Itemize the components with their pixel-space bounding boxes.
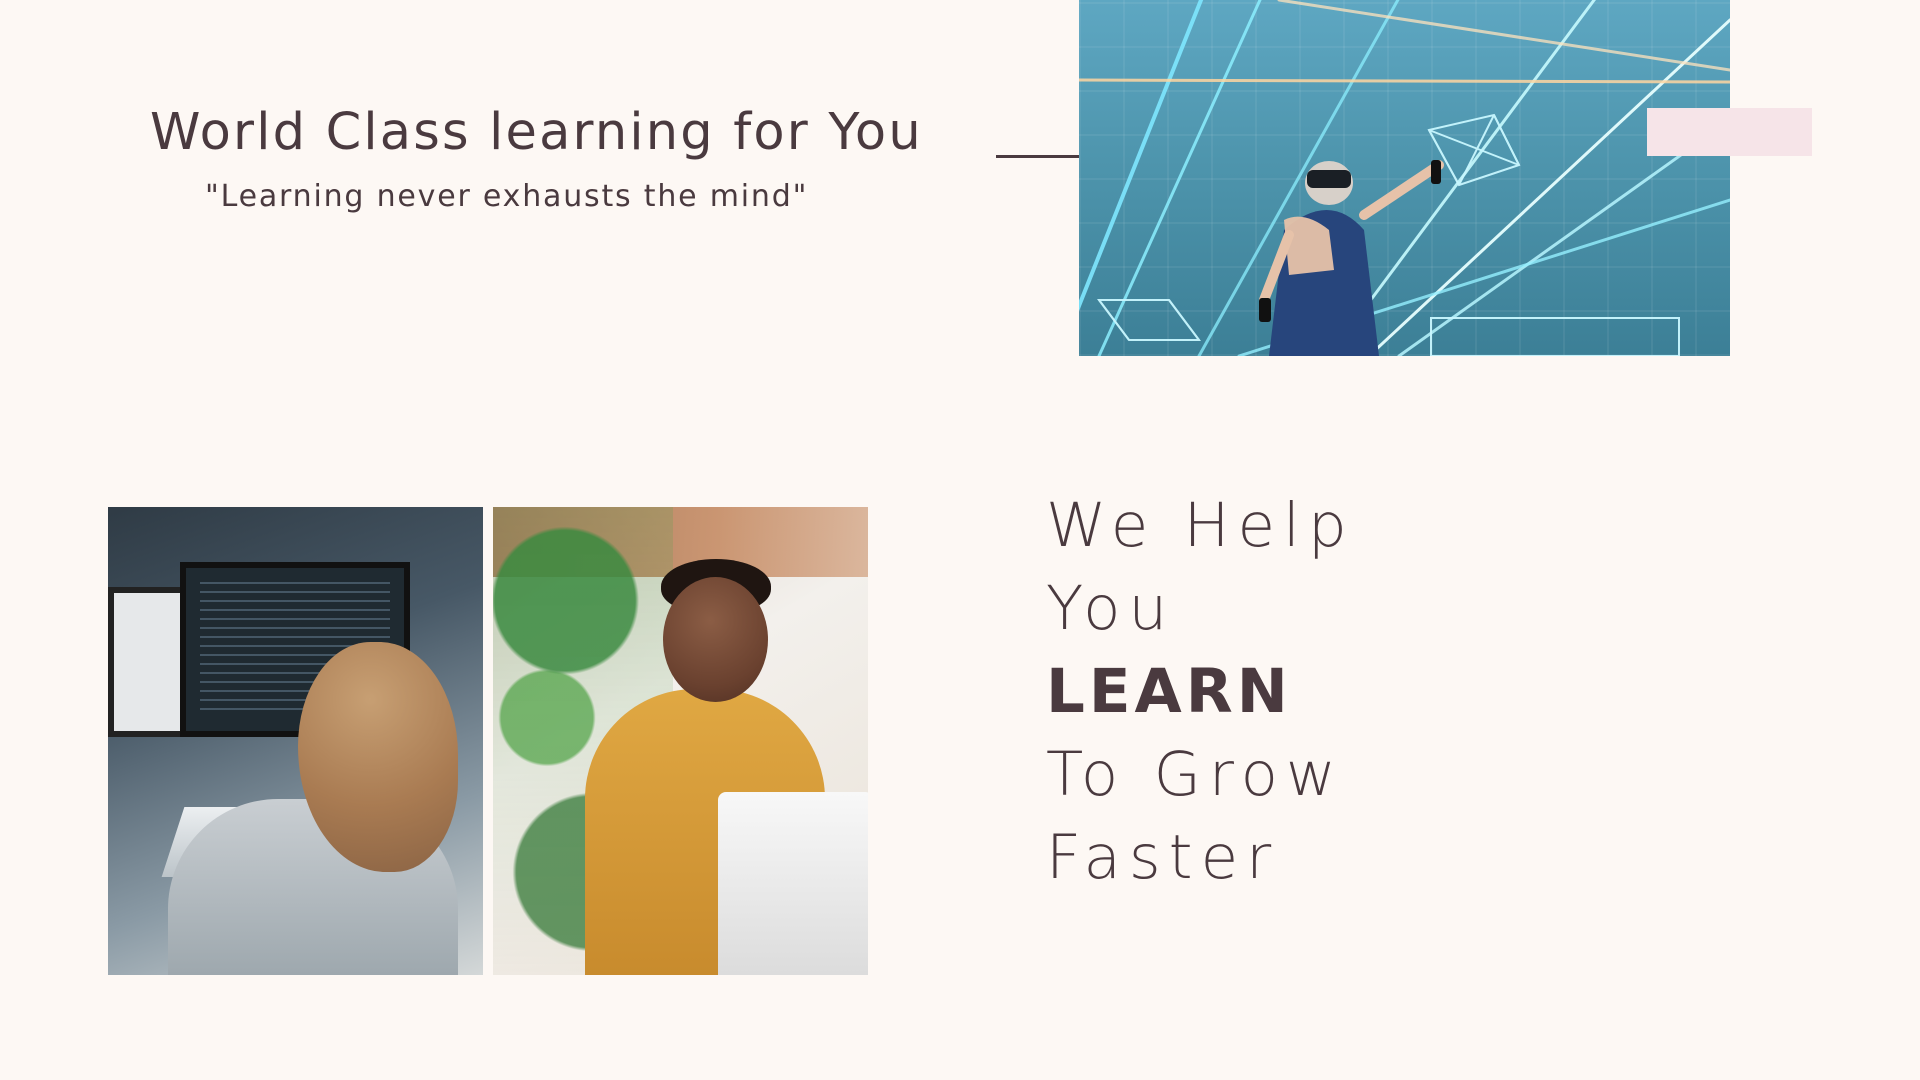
vr-photo	[1079, 0, 1730, 356]
accent-block	[1647, 108, 1812, 156]
headline-line-5: Faster	[1046, 822, 1280, 893]
hero-divider-line	[996, 155, 1080, 158]
headline-line-3: LEARN	[1046, 656, 1292, 727]
headline-line-1: We Help	[1046, 490, 1355, 561]
slide-canvas: World Class learning for You "Learning n…	[0, 0, 1920, 1080]
headline: We Help You LEARN To Grow Faster	[1046, 484, 1355, 899]
hero-title: World Class learning for You	[150, 103, 923, 162]
student-photo	[493, 507, 868, 975]
hero-subtitle: "Learning never exhausts the mind"	[205, 179, 809, 214]
laptop	[718, 792, 868, 975]
developer-photo	[108, 507, 483, 975]
headline-line-4: To Grow	[1046, 739, 1344, 810]
student-head	[663, 577, 768, 702]
headline-line-2: You	[1046, 573, 1176, 644]
monitor-left	[108, 587, 188, 737]
vr-photo-illustration	[1079, 0, 1730, 356]
vr-person	[1259, 160, 1444, 356]
